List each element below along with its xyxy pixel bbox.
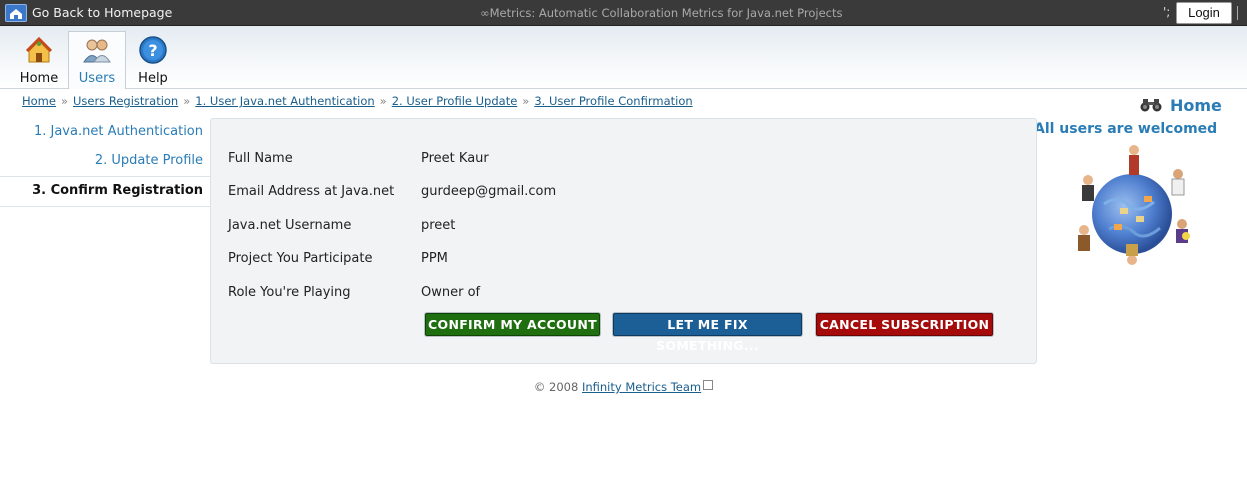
step-update-profile[interactable]: 2. Update Profile: [0, 147, 210, 176]
footer-copyright: © 2008: [533, 380, 579, 394]
globe-people-image: [1074, 144, 1194, 270]
nav-users-label: Users: [78, 71, 116, 86]
breadcrumb-authentication[interactable]: 1. User Java.net Authentication: [195, 94, 374, 108]
users-icon: [82, 35, 112, 65]
confirm-account-button[interactable]: CONFIRM MY ACCOUNT: [425, 313, 600, 336]
confirmation-panel: Full Name Preet Kaur Email Address at Ja…: [210, 118, 1037, 364]
step-authentication[interactable]: 1. Java.net Authentication: [0, 118, 210, 147]
label-role: Role You're Playing: [228, 285, 351, 300]
breadcrumb-profile-confirmation[interactable]: 3. User Profile Confirmation: [534, 94, 692, 108]
breadcrumb: Home» Users Registration» 1. User Java.net…: [22, 94, 693, 108]
breadcrumb-users-registration[interactable]: Users Registration: [73, 94, 178, 108]
svg-text:?: ?: [148, 41, 157, 60]
fix-something-button[interactable]: LET ME FIX SOMETHING...: [613, 313, 802, 353]
binoculars-icon: [1140, 97, 1162, 116]
label-project: Project You Participate: [228, 251, 373, 266]
home-icon: [24, 35, 54, 65]
registration-steps: 1. Java.net Authentication 2. Update Pro…: [0, 118, 210, 207]
welcome-text: All users are welcomed: [1034, 121, 1218, 137]
homepage-icon[interactable]: [5, 4, 27, 22]
login-button[interactable]: Login: [1176, 2, 1232, 24]
top-divider: [1237, 6, 1238, 20]
value-project: PPM: [421, 251, 448, 266]
step-confirm-registration: 3. Confirm Registration: [0, 176, 210, 207]
sidebar-home-label: Home: [1170, 96, 1222, 115]
nav-users[interactable]: Users: [68, 31, 126, 89]
value-email: gurdeep@gmail.com: [421, 184, 557, 199]
go-back-homepage-link[interactable]: Go Back to Homepage: [32, 5, 172, 20]
value-username: preet: [421, 218, 456, 233]
external-link-icon: [703, 380, 714, 390]
app-title: ∞Metrics: Automatic Collaboration Metric…: [480, 6, 843, 20]
nav-help[interactable]: ? Help: [125, 32, 181, 87]
label-email: Email Address at Java.net: [228, 184, 395, 199]
top-bar: Go Back to Homepage ∞Metrics: Automatic …: [0, 0, 1247, 26]
main-nav: Home Users ? Help: [0, 26, 1247, 89]
value-full-name: Preet Kaur: [421, 151, 489, 166]
top-separator: ';: [1163, 5, 1171, 19]
label-username: Java.net Username: [228, 218, 352, 233]
breadcrumb-profile-update[interactable]: 2. User Profile Update: [392, 94, 518, 108]
footer-team-link[interactable]: Infinity Metrics Team: [582, 380, 701, 394]
help-icon: ?: [138, 35, 168, 65]
cancel-subscription-button[interactable]: CANCEL SUBSCRIPTION: [816, 313, 993, 336]
breadcrumb-home[interactable]: Home: [22, 94, 56, 108]
nav-home-label: Home: [19, 71, 59, 86]
nav-help-label: Help: [138, 71, 168, 86]
footer: © 2008 Infinity Metrics Team: [0, 380, 1247, 394]
label-full-name: Full Name: [228, 151, 293, 166]
nav-home[interactable]: Home: [11, 32, 67, 87]
value-role: Owner of: [421, 285, 481, 300]
sidebar-home-link[interactable]: Home: [1140, 96, 1222, 116]
